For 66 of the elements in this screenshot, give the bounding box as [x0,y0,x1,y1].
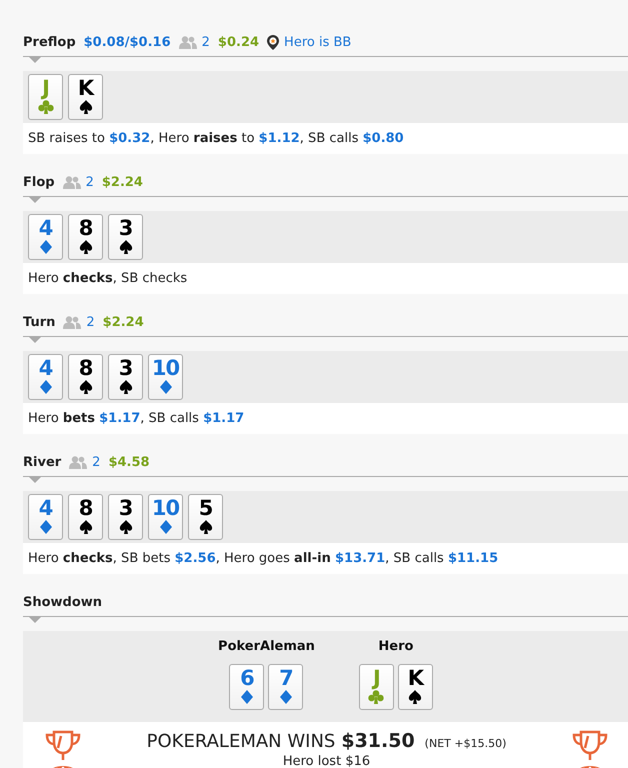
diamond-icon [240,690,253,704]
playing-card: 6 [229,664,264,710]
spade-icon [118,240,132,254]
street-title: Turn [23,314,56,330]
loss-text: Hero lost $16 [282,754,370,768]
pot-amount: $2.24 [102,174,143,190]
playing-card: 8 [68,214,103,260]
spade-icon [118,520,132,534]
playing-card: 3 [108,354,143,400]
playing-card: 4 [28,354,63,400]
playing-card: J [28,74,63,120]
playing-card: 3 [108,494,143,540]
players-icon [63,316,82,328]
playing-card: 4 [28,214,63,260]
playing-card: K [398,664,433,710]
player-name: Hero [378,639,414,654]
action-text: Hero checks, SB checks [23,263,628,294]
position-text: Hero is BB [284,34,352,50]
player-name: PokerAleman [218,639,315,654]
spade-icon [78,520,92,534]
playing-card: 3 [108,214,143,260]
playing-card: 5 [188,494,223,540]
diamond-icon [280,690,292,704]
street-title: Showdown [23,594,102,610]
playing-card: K [68,74,103,120]
pot-amount: $2.24 [102,314,144,330]
spade-icon [78,240,92,254]
winner-text: POKERALEMAN WINS [146,731,336,752]
club-icon [38,100,54,114]
player-count: 2 [92,454,100,470]
street-title: Flop [23,174,55,190]
players-icon [69,456,88,468]
playing-card: 8 [68,494,103,540]
action-text: Hero bets $1.17, SB calls $1.17 [23,403,628,434]
player-count: 2 [86,314,95,330]
pot-amount: $4.58 [108,454,150,470]
spade-icon [118,380,132,394]
playing-card: 4 [28,494,63,540]
pot-amount: $0.24 [218,34,260,50]
diamond-icon [160,520,172,534]
diamond-icon [40,380,52,394]
diamond-icon [40,240,52,254]
spade-icon [78,380,92,394]
playing-card: 10 [148,354,183,400]
players-icon [178,36,197,48]
players-icon [62,176,81,188]
player-count: 2 [202,34,210,50]
street-title: River [23,454,62,470]
playing-card: 7 [268,664,304,710]
playing-card: 8 [68,354,103,400]
action-text: SB raises to $0.32, Hero raises to $1.12, SB calls $0.80 [23,123,628,154]
street-title: Preflop [23,34,76,50]
playing-card: 10 [148,494,183,540]
diamond-icon [160,380,172,394]
spade-icon [408,690,422,704]
net-amount: (NET +$15.50) [424,737,506,750]
club-icon [368,690,384,704]
spade-icon [78,100,92,114]
blinds-text: $0.08/$0.16 [84,34,171,50]
playing-card: J [358,664,394,710]
win-amount: $31.50 [341,730,415,752]
spade-icon [198,520,212,534]
location-pin-icon [267,34,280,50]
action-text: Hero checks, SB bets $2.56, Hero goes all-in $13.71, SB calls $11.15 [23,543,628,574]
player-count: 2 [86,174,94,190]
diamond-icon [40,520,52,534]
